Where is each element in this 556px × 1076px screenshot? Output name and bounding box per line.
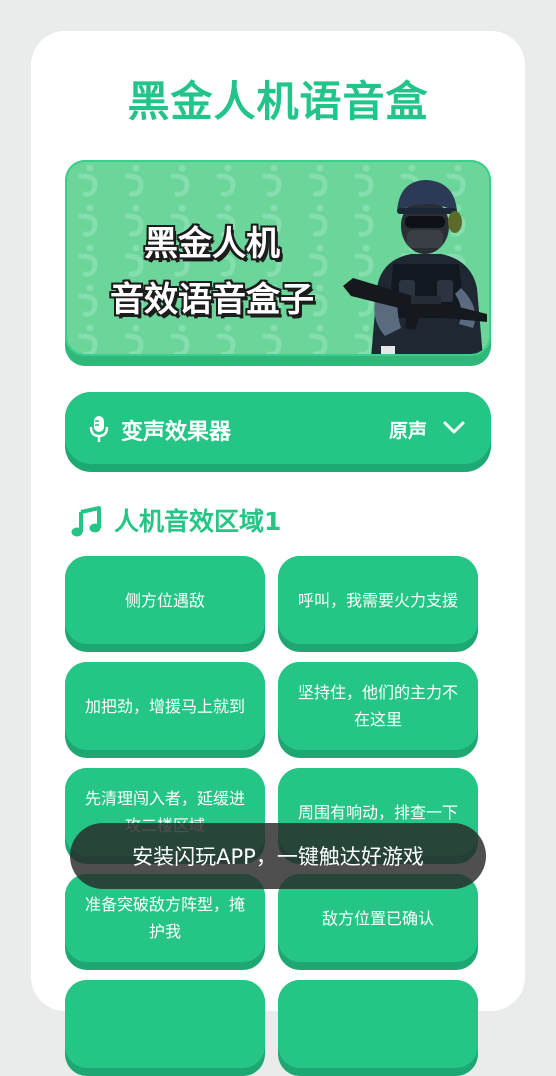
soldier-illustration — [343, 180, 487, 354]
microphone-icon — [89, 416, 109, 442]
banner-line-2: 音效语音盒子 — [110, 280, 314, 320]
sound-button[interactable] — [65, 980, 265, 1076]
banner: 黑金人机 音效语音盒子 — [65, 160, 491, 366]
chevron-down-icon[interactable] — [443, 420, 465, 436]
voice-changer-bar[interactable]: 变声效果器 原声 — [65, 392, 491, 472]
sound-button[interactable] — [278, 980, 478, 1076]
sound-button[interactable]: 坚持住，他们的主力不在这里 — [278, 662, 478, 758]
install-toast: 安装闪玩APP，一键触达好游戏 — [70, 823, 486, 889]
voice-changer-label: 变声效果器 — [121, 420, 232, 445]
sound-button[interactable]: 加把劲，增援马上就到 — [65, 662, 265, 758]
page-title: 黑金人机语音盒 — [127, 77, 429, 126]
banner-line-1: 黑金人机 — [144, 224, 280, 264]
sound-button[interactable]: 呼叫，我需要火力支援 — [278, 556, 478, 652]
sound-button[interactable]: 侧方位遇敌 — [65, 556, 265, 652]
music-note-icon — [71, 506, 101, 537]
section-title: 人机音效区域1 — [114, 507, 282, 536]
banner-text: 黑金人机 音效语音盒子 — [67, 216, 357, 328]
voice-changer-value[interactable]: 原声 — [389, 416, 427, 443]
